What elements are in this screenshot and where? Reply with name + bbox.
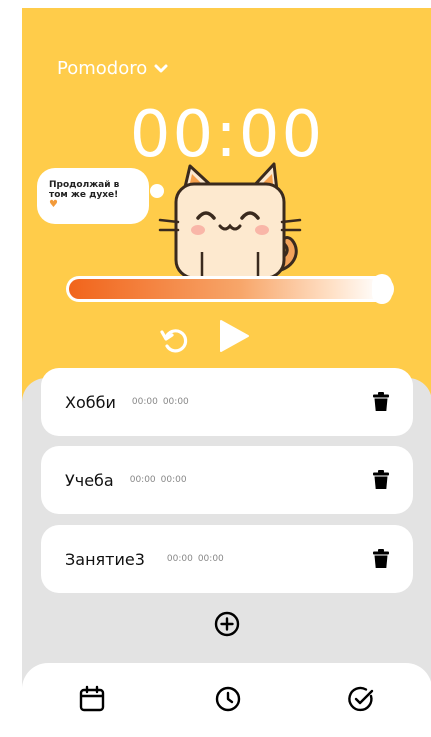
check-circle-icon[interactable] (347, 685, 375, 713)
task-card[interactable]: Занятие3 00:00 00:00 (41, 525, 413, 593)
task-time-elapsed: 00:00 (131, 397, 158, 407)
trash-icon[interactable] (373, 549, 389, 569)
task-time-elapsed: 00:00 (166, 554, 193, 564)
app-screen: Pomodoro 00:00 Продолжай в том же духе! … (22, 8, 431, 737)
task-times: 00:00 00:00 (130, 475, 187, 485)
task-name: Хобби (65, 392, 116, 412)
speech-bubble: Продолжай в том же духе! ♥ (37, 168, 149, 224)
task-name: Учеба (65, 470, 114, 490)
task-time-total: 00:00 (160, 475, 187, 485)
cat-mascot (158, 162, 302, 280)
task-card[interactable]: Хобби 00:00 00:00 (41, 368, 413, 436)
speech-text-line1: Продолжай в (49, 180, 120, 190)
play-icon[interactable] (217, 318, 251, 354)
task-name: Занятие3 (65, 549, 145, 569)
clock-icon[interactable] (214, 685, 242, 713)
plus-circle-icon[interactable] (214, 611, 240, 637)
progress-fill (69, 279, 382, 299)
calendar-icon[interactable] (78, 685, 106, 713)
speech-text-line2: том же духе! (49, 190, 119, 200)
task-times: 00:00 00:00 (167, 554, 224, 564)
mode-dropdown[interactable]: Pomodoro (57, 58, 169, 79)
bottom-navigation (22, 663, 431, 737)
trash-icon[interactable] (373, 470, 389, 490)
task-card[interactable]: Учеба 00:00 00:00 (41, 446, 413, 514)
trash-icon[interactable] (373, 392, 389, 412)
progress-knob[interactable] (372, 274, 393, 304)
task-time-total: 00:00 (197, 554, 224, 564)
mode-label: Pomodoro (57, 58, 148, 79)
task-times: 00:00 00:00 (132, 397, 189, 407)
reset-icon[interactable] (159, 326, 189, 356)
progress-bar[interactable] (66, 274, 394, 304)
task-time-total: 00:00 (162, 397, 189, 407)
chevron-down-icon (154, 64, 168, 72)
task-time-elapsed: 00:00 (129, 475, 156, 485)
heart-icon: ♥ (49, 199, 58, 210)
